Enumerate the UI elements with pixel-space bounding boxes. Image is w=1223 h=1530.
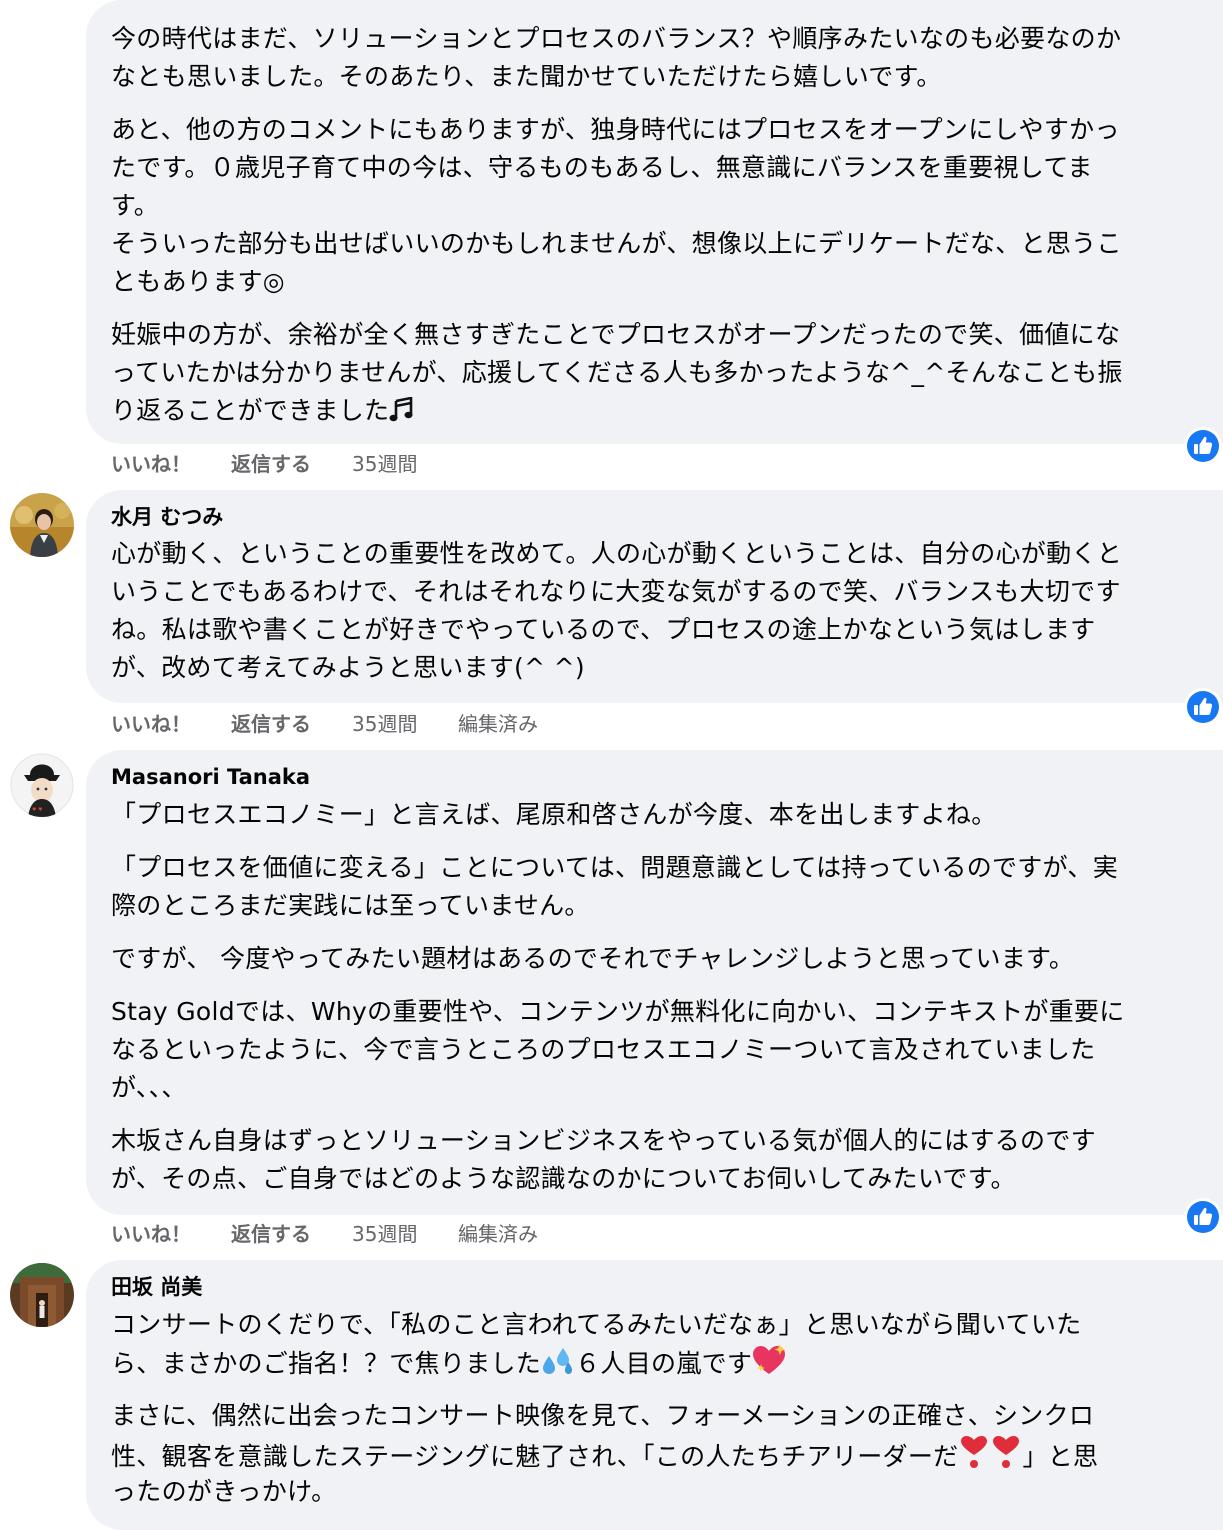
music-note-icon — [389, 396, 415, 434]
comment-line: ら、まさかのご指名！？で焦りました ６人目の嵐です — [111, 1344, 1223, 1382]
comment-author[interactable]: 田坂 尚美 — [111, 1272, 202, 1302]
avatar[interactable] — [10, 493, 74, 557]
comment-line: す。 — [111, 191, 160, 220]
thumbs-up-icon[interactable] — [1183, 1197, 1223, 1237]
comment-line: が、改めて考えてみようと思います(^ ^) — [111, 653, 585, 682]
timestamp-link[interactable]: 35週間 — [352, 449, 417, 479]
comment-line-text: 」と思 — [1022, 1442, 1099, 1471]
comment-line: コンサートのくだりで、「私のこと言われてるみたいだなぁ」と思いながら聞いていた — [111, 1310, 1082, 1339]
thumbs-up-icon[interactable] — [1183, 426, 1223, 466]
comment-line: 際のところまだ実践には至っていません。 — [111, 891, 590, 920]
comment-paragraph: 今の時代はまだ、ソリューションとプロセスのバランス？や順序みたいなのも必要なのか… — [111, 20, 1223, 96]
comment-line: Stay Goldでは、Whyの重要性や、コンテンツが無料化に向かい、コンテキス… — [111, 997, 1125, 1026]
comment-line: ね。私は歌や書くことが好きでやっているので、プロセスの途上かなという気はします — [111, 615, 1096, 644]
svg-text:♥ ♥: ♥ ♥ — [32, 807, 43, 813]
avatar[interactable] — [10, 1263, 74, 1327]
comment-line: ったのがきっかけ。 — [111, 1477, 337, 1506]
comment-line: あと、他の方のコメントにもありますが、独身時代にはプロセスをオープンにしやすかっ — [111, 115, 1120, 144]
comment-paragraph: 心が動く、ということの重要性を改めて。人の心が動くということは、自分の心が動くと… — [111, 535, 1223, 687]
heart-exclamation-icon — [958, 1435, 990, 1480]
comment-paragraph: 木坂さん自身はずっとソリューションビジネスをやっている気が個人的にはするのです … — [111, 1122, 1223, 1198]
avatar[interactable]: ♥ ♥ — [10, 753, 74, 817]
comment-line: 「プロセスエコノミー」と言えば、尾原和啓さんが今度、本を出しますよね。 — [111, 800, 997, 829]
comment-bubble: 今の時代はまだ、ソリューションとプロセスのバランス？や順序みたいなのも必要なのか… — [86, 0, 1223, 444]
reply-link[interactable]: 返信する — [231, 709, 311, 739]
comment-line: 今の時代はまだ、ソリューションとプロセスのバランス？や順序みたいなのも必要なのか — [111, 24, 1122, 53]
comment-line: なとも思いました。そのあたり、また聞かせていただけたら嬉しいです。 — [111, 62, 942, 91]
heart-exclamation-icon — [990, 1435, 1022, 1480]
comment-bubble: 水月 むつみ 心が動く、ということの重要性を改めて。人の心が動くということは、自… — [86, 490, 1223, 703]
sweat-droplets-icon — [541, 1346, 575, 1387]
comment-paragraph: 「プロセスを価値に変える」ことについては、問題意識としては持っているのですが、実… — [111, 849, 1223, 925]
edited-label: 編集済み — [458, 1222, 538, 1246]
comment-line: 心が動く、ということの重要性を改めて。人の心が動くということは、自分の心が動くと — [111, 539, 1123, 568]
comment-paragraph: コンサートのくだりで、「私のこと言われてるみたいだなぁ」と思いながら聞いていた … — [111, 1306, 1223, 1382]
comment-line: 妊娠中の方が、余裕が全く無さすぎたことでプロセスがオープンだったので笑、価値にな — [111, 320, 1121, 349]
comment-line-text: ら、まさかのご指名！？で焦りました — [111, 1349, 542, 1378]
comment-line: たです。０歳児子育て中の今は、守るものもあるし、無意識にバランスを重要視してま — [111, 153, 1093, 182]
comment-bubble: 田坂 尚美 コンサートのくだりで、「私のこと言われてるみたいだなぁ」と思いながら… — [86, 1260, 1223, 1530]
timestamp-link[interactable]: 35週間 — [352, 709, 417, 739]
comment-bubble: Masanori Tanaka 「プロセスエコノミー」と言えば、尾原和啓さんが今… — [86, 750, 1223, 1215]
edited-label: 編集済み — [458, 712, 538, 736]
comment-line: が、、、 — [111, 1073, 187, 1102]
comment-line: 性、観客を意識したステージングに魅了され、「この人たちチアリーダーだ 」と思 — [111, 1435, 1223, 1473]
comment-line-text: 性、観客を意識したステージングに魅了され、「この人たちチアリーダーだ — [111, 1442, 959, 1471]
reply-link[interactable]: 返信する — [231, 449, 311, 479]
comment-line: ともあります◎ — [111, 267, 285, 296]
comment-paragraph: ですが、 今度やってみたい題材はあるのでそれでチャレンジしようと思っています。 — [111, 940, 1223, 978]
like-link[interactable]: いいね！ — [111, 709, 191, 739]
thumbs-up-icon[interactable] — [1183, 687, 1223, 727]
comment-author[interactable]: Masanori Tanaka — [111, 762, 310, 792]
comment-line: そういった部分も出せばいいのかもしれませんが、想像以上にデリケートだな、と思うこ — [111, 229, 1122, 258]
comment-paragraph: 「プロセスエコノミー」と言えば、尾原和啓さんが今度、本を出しますよね。 — [111, 796, 1223, 834]
comment-line: が、その点、ご自身ではどのような認識なのかについてお伺いしてみたいです。 — [111, 1164, 1016, 1193]
comment-line: 「プロセスを価値に変える」ことについては、問題意識としては持っているのですが、実 — [111, 853, 1119, 882]
comment-line: なるといったように、今で言うところのプロセスエコノミーついて言及されていました — [111, 1035, 1096, 1064]
comment-line-text: ６人目の嵐です — [575, 1349, 753, 1378]
sparkling-heart-icon — [752, 1344, 788, 1387]
comment-line: いうことでもあるわけで、それはそれなりに大変な気がするので笑、バランスも大切です — [111, 577, 1121, 606]
comment-paragraph: Stay Goldでは、Whyの重要性や、コンテンツが無料化に向かい、コンテキス… — [111, 993, 1223, 1107]
comment-paragraph: まさに、偶然に出会ったコンサート映像を見て、フォーメーションの正確さ、シンクロ … — [111, 1397, 1223, 1511]
comment-line-text: り返ることができました — [111, 396, 390, 425]
comment-line: 木坂さん自身はずっとソリューションビジネスをやっている気が個人的にはするのです — [111, 1126, 1096, 1155]
comment-line: っていたかは分かりませんが、応援してくださる人も多かったような^_^そんなことも… — [111, 358, 1123, 387]
reply-link[interactable]: 返信する — [231, 1219, 311, 1249]
comment-line: まさに、偶然に出会ったコンサート映像を見て、フォーメーションの正確さ、シンクロ — [111, 1401, 1095, 1430]
comment-paragraph: 妊娠中の方が、余裕が全く無さすぎたことでプロセスがオープンだったので笑、価値にな… — [111, 316, 1223, 430]
timestamp-link[interactable]: 35週間 — [352, 1219, 417, 1249]
like-link[interactable]: いいね！ — [111, 1219, 191, 1249]
comment-line: ですが、 今度やってみたい題材はあるのでそれでチャレンジしようと思っています。 — [111, 944, 1075, 973]
like-link[interactable]: いいね！ — [111, 449, 191, 479]
comment-line: り返ることができました — [111, 392, 1223, 430]
comment-author[interactable]: 水月 むつみ — [111, 502, 223, 532]
comment-paragraph: あと、他の方のコメントにもありますが、独身時代にはプロセスをオープンにしやすかっ… — [111, 111, 1223, 301]
